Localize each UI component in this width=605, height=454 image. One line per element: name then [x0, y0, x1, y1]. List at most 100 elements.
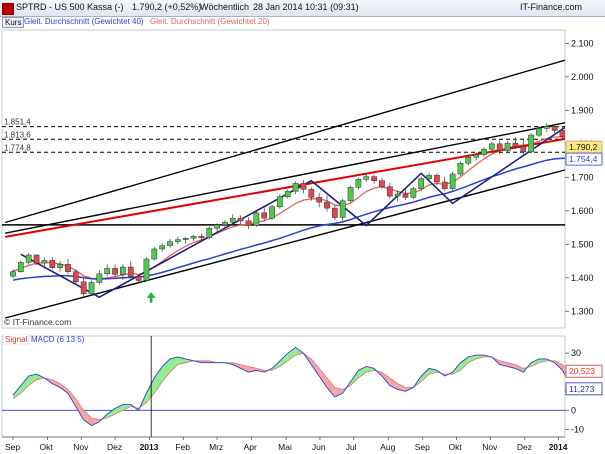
- candle-body: [96, 273, 103, 283]
- candle-body: [214, 224, 220, 229]
- price-label: 1.790,2: [569, 142, 598, 152]
- chart-window: SPTRD - US 500 Kassa (-) 1.790,2 (+0,52%…: [0, 0, 605, 454]
- candle-body: [489, 143, 495, 150]
- legend-ma40[interactable]: Gleit. Durchschnitt (Gewichtet 40): [24, 17, 144, 26]
- macd-y-tick-label: -10: [571, 424, 584, 434]
- candle-body: [206, 227, 213, 238]
- candle-body: [159, 245, 166, 250]
- x-tick-label: Okt: [449, 442, 463, 452]
- y-tick-label: 1.500: [571, 239, 594, 249]
- candle-body: [504, 142, 511, 151]
- x-tick-label: 2013: [140, 442, 159, 452]
- candle-body: [355, 179, 362, 188]
- x-tick-label: Mai: [278, 442, 292, 452]
- candle-body: [245, 220, 252, 226]
- y-tick-label: 1.700: [571, 172, 594, 182]
- last-price: 1.790,2 (+0,52%): [132, 2, 202, 12]
- candle-body: [473, 154, 479, 158]
- x-tick-label: Aug: [380, 442, 395, 452]
- candle-body: [182, 238, 189, 240]
- candle-body: [127, 266, 134, 277]
- candle-body: [434, 175, 440, 183]
- macd-legend: MACD (6 13 5): [31, 335, 85, 344]
- x-tick-label: Dez: [107, 442, 122, 452]
- x-tick-label: Dez: [517, 442, 532, 452]
- candle-body: [418, 178, 425, 189]
- candle-body: [229, 217, 236, 223]
- y-tick-label: 1.900: [571, 105, 594, 115]
- candle-body: [332, 207, 338, 218]
- x-tick-label: Apr: [244, 442, 257, 452]
- candle-body: [559, 130, 565, 137]
- legend-kurs[interactable]: Kurs: [2, 17, 25, 28]
- chart-app-icon: [2, 3, 14, 15]
- candle-body: [237, 217, 244, 222]
- candle-body: [324, 201, 330, 209]
- candle-body: [379, 180, 385, 187]
- candle-body: [465, 156, 472, 164]
- candle-body: [135, 276, 142, 281]
- price-chart: 1.3001.4001.5001.6001.7001.8001.9002.000…: [0, 28, 605, 334]
- candle-body: [308, 189, 315, 198]
- candle-body: [316, 197, 322, 203]
- candle-body: [441, 181, 448, 189]
- macd-value-label: 11,273: [569, 384, 595, 394]
- candle-body: [167, 241, 173, 246]
- candle-body: [536, 128, 542, 136]
- x-tick-label: Mrz: [209, 442, 223, 452]
- candle-body: [120, 266, 126, 275]
- x-tick-label: Sep: [5, 442, 20, 452]
- macd-value-label: 20,523: [569, 366, 595, 376]
- candle-body: [394, 193, 401, 197]
- candle-body: [426, 175, 432, 179]
- candle-body: [481, 148, 487, 155]
- y-tick-label: 2.100: [571, 38, 594, 48]
- legend-bar: Kurs Gleit. Durchschnitt (Gewichtet 40) …: [0, 16, 605, 28]
- candle-body: [25, 254, 32, 263]
- candle-body: [88, 282, 95, 295]
- candle-body: [386, 186, 393, 197]
- macd-y-tick-label: 30: [571, 348, 581, 358]
- x-tick-label: Feb: [175, 442, 190, 452]
- level-label: 1.774,8: [4, 143, 31, 152]
- candle-body: [520, 146, 527, 153]
- candle-body: [198, 236, 205, 238]
- candle-body: [18, 262, 24, 272]
- y-tick-label: 2.000: [571, 72, 594, 82]
- candle-body: [143, 258, 150, 281]
- x-tick-label: Jun: [312, 442, 326, 452]
- candle-body: [253, 212, 260, 226]
- candle-body: [151, 248, 158, 260]
- x-tick-label: Nov: [482, 442, 498, 452]
- period-label: Wöchentlich: [200, 2, 250, 12]
- y-tick-label: 1.400: [571, 273, 594, 283]
- macd-y-tick-label: 0: [571, 405, 576, 415]
- candle-body: [449, 173, 456, 189]
- candle-body: [363, 176, 370, 180]
- candle-body: [292, 183, 299, 192]
- candle-body: [528, 134, 534, 153]
- watermark: © IT-Finance.com: [4, 317, 71, 327]
- price-label: 1.754,4: [569, 154, 598, 164]
- level-label: 1.851,4: [4, 118, 31, 127]
- legend-ma20[interactable]: Gleit. Durchschnitt (Gewichtet 20): [150, 17, 270, 26]
- candle-body: [57, 264, 63, 268]
- candle-body: [175, 239, 181, 242]
- candle-body: [41, 260, 48, 264]
- candle-body: [190, 236, 197, 239]
- candle-body: [104, 268, 111, 275]
- candle-body: [49, 260, 56, 268]
- candle-body: [512, 142, 519, 147]
- macd-chart: SignalMACD (6 13 5)-10010203020,52311,27…: [1, 334, 603, 452]
- candle-body: [277, 196, 283, 208]
- x-tick-label: 2014: [549, 442, 568, 452]
- candle-body: [543, 126, 550, 129]
- candle-body: [112, 268, 118, 275]
- candle-body: [269, 206, 275, 219]
- candle-body: [65, 264, 71, 272]
- candle-body: [222, 221, 228, 226]
- instrument-name: SPTRD - US 500 Kassa (-): [16, 2, 124, 12]
- candle-body: [496, 143, 503, 151]
- x-tick-label: Nov: [73, 442, 89, 452]
- candle-body: [339, 200, 346, 218]
